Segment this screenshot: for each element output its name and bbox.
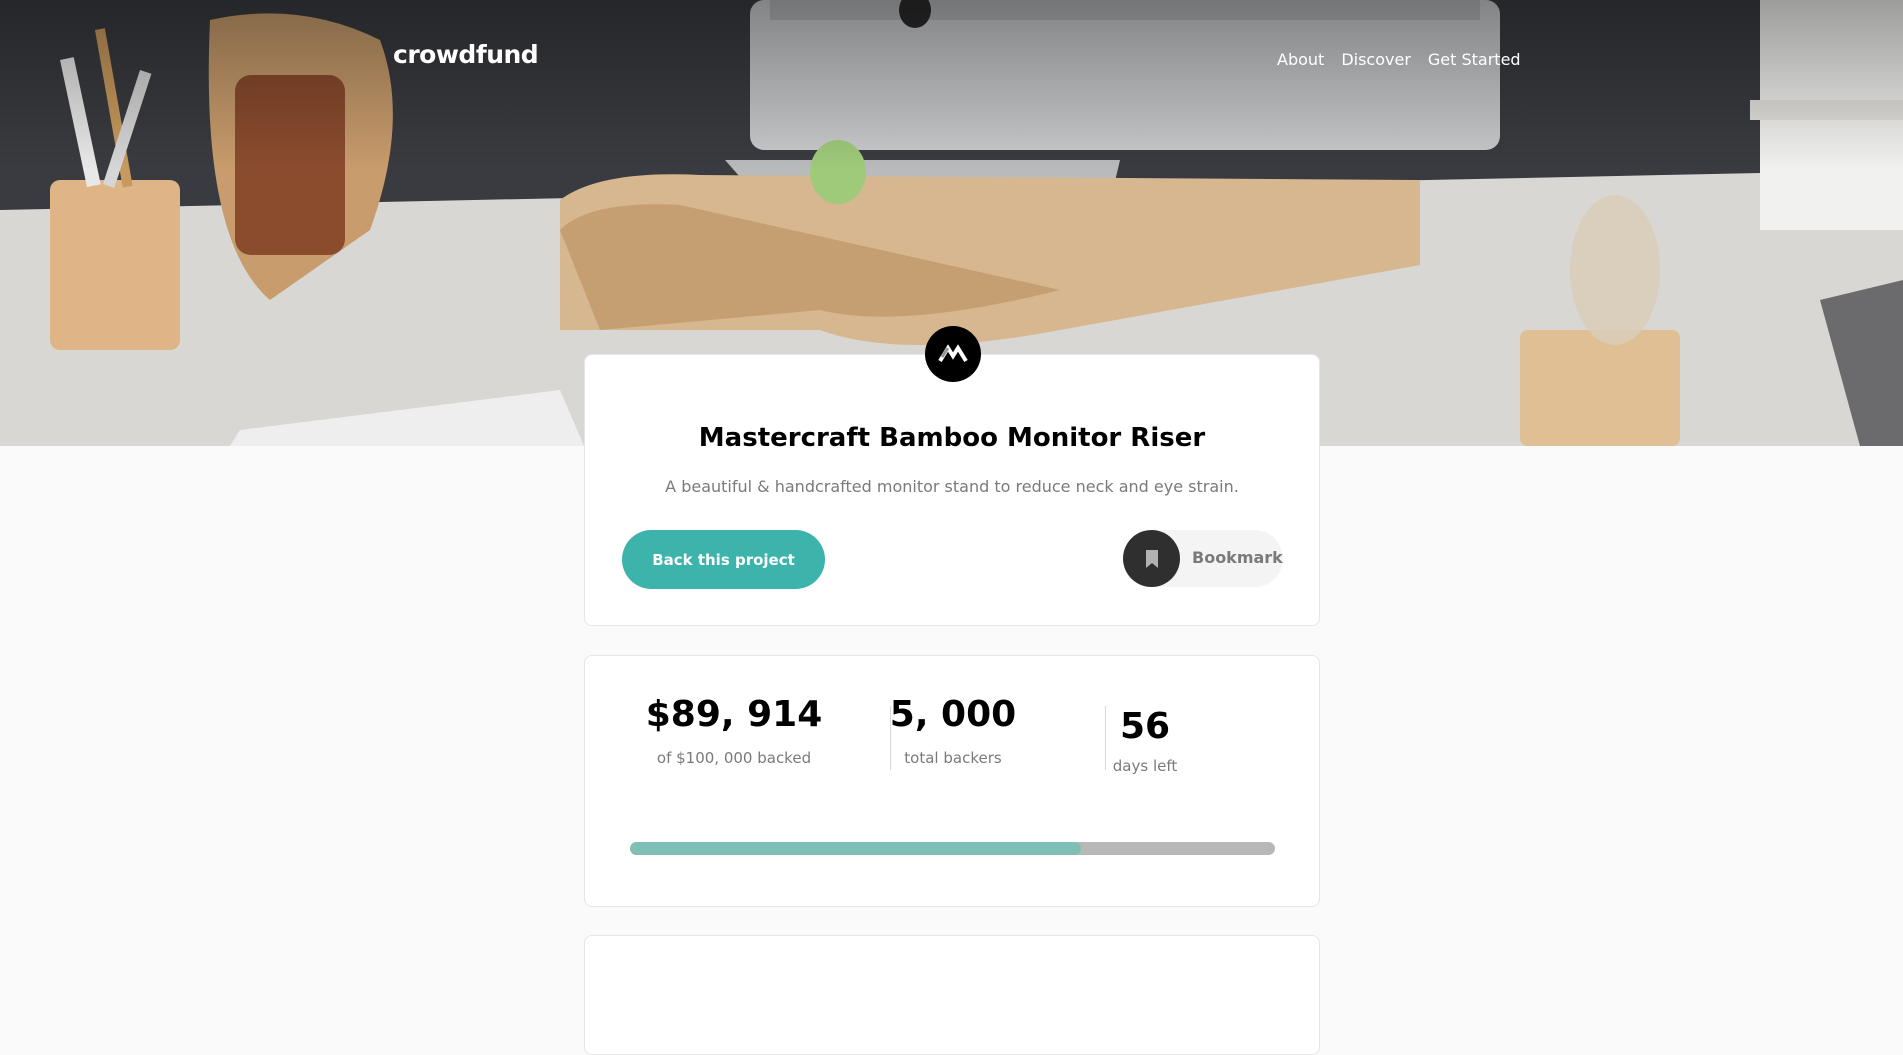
nav-discover-link[interactable]: Discover <box>1341 50 1411 69</box>
project-subtitle: A beautiful & handcrafted monitor stand … <box>665 477 1239 496</box>
main-nav: About Discover Get Started <box>1277 50 1521 69</box>
stat-days-value: 56 <box>1119 706 1171 747</box>
stat-days-left: 56 days left <box>1085 706 1205 775</box>
bookmark-icon <box>1145 549 1158 568</box>
site-logo[interactable]: crowdfund <box>393 40 539 69</box>
stat-backed-label: of $100, 000 backed <box>656 749 812 767</box>
nav-get-started-link[interactable]: Get Started <box>1428 50 1521 69</box>
bookmark-icon-circle <box>1123 530 1180 587</box>
mastercraft-logo-icon <box>925 326 981 382</box>
project-intro-card: Mastercraft Bamboo Monitor Riser A beaut… <box>584 326 1320 626</box>
funding-progress-bar <box>630 842 1275 855</box>
hero-shade <box>0 0 1903 170</box>
project-title: Mastercraft Bamboo Monitor Riser <box>698 423 1206 453</box>
stat-backed-value: $89, 914 <box>645 694 823 735</box>
stat-days-label: days left <box>1112 757 1178 775</box>
stat-backed: $89, 914 of $100, 000 backed <box>645 694 823 767</box>
project-stats-card: $89, 914 of $100, 000 backed 5, 000 tota… <box>584 655 1320 907</box>
stat-backers: 5, 000 total backers <box>869 694 1037 767</box>
nav-about-link[interactable]: About <box>1277 50 1324 69</box>
bookmark-label: Bookmark <box>1192 548 1283 567</box>
stat-backers-label: total backers <box>904 749 1002 767</box>
back-project-button[interactable]: Back this project <box>622 530 825 589</box>
bookmark-button[interactable]: Bookmark <box>1123 530 1283 587</box>
stat-backers-value: 5, 000 <box>889 694 1017 735</box>
funding-progress-fill <box>630 842 1081 855</box>
about-project-card <box>584 935 1320 1055</box>
